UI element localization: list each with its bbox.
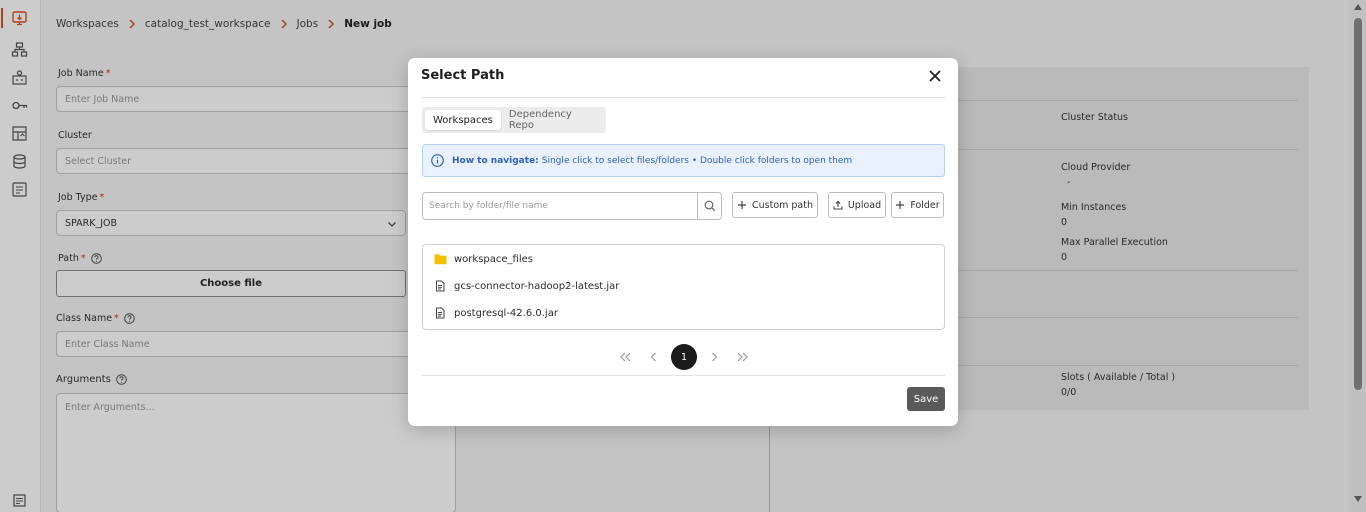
modal-title: Select Path bbox=[421, 68, 505, 83]
search-input[interactable]: Search by folder/file name bbox=[422, 192, 698, 220]
divider bbox=[421, 97, 945, 98]
first-page-icon[interactable] bbox=[619, 350, 633, 364]
upload-icon bbox=[833, 200, 843, 210]
divider bbox=[421, 375, 945, 376]
folder-icon bbox=[434, 253, 447, 265]
path-source-tabs: Workspaces Dependency Repo bbox=[422, 107, 606, 133]
last-page-icon[interactable] bbox=[735, 350, 749, 364]
search-icon bbox=[704, 200, 716, 212]
file-name: gcs-connector-hadoop2-latest.jar bbox=[454, 280, 620, 292]
banner-title: How to navigate: bbox=[452, 155, 539, 166]
file-name: workspace_files bbox=[454, 253, 533, 265]
prev-page-icon[interactable] bbox=[647, 350, 661, 364]
search-placeholder: Search by folder/file name bbox=[429, 201, 548, 211]
file-icon bbox=[434, 280, 446, 292]
pagination: 1 bbox=[619, 344, 749, 370]
plus-icon bbox=[895, 200, 905, 210]
new-folder-button[interactable]: Folder bbox=[891, 192, 944, 218]
next-page-icon[interactable] bbox=[707, 350, 721, 364]
list-item-folder[interactable]: workspace_files bbox=[434, 253, 533, 265]
upload-label: Upload bbox=[847, 199, 882, 211]
save-button[interactable]: Save bbox=[907, 387, 945, 411]
info-icon bbox=[431, 154, 444, 167]
navigation-help-banner: How to navigate: Single click to select … bbox=[422, 144, 945, 177]
list-item-file[interactable]: postgresql-42.6.0.jar bbox=[434, 307, 558, 319]
plus-icon bbox=[737, 200, 747, 210]
file-name: postgresql-42.6.0.jar bbox=[454, 307, 558, 319]
custom-path-label: Custom path bbox=[751, 199, 813, 211]
search-button[interactable] bbox=[697, 192, 722, 220]
file-list: workspace_files gcs-connector-hadoop2-la… bbox=[422, 244, 945, 330]
folder-label: Folder bbox=[910, 199, 940, 211]
list-item-file[interactable]: gcs-connector-hadoop2-latest.jar bbox=[434, 280, 619, 292]
select-path-modal: Select Path Workspaces Dependency Repo H… bbox=[408, 58, 958, 426]
custom-path-button[interactable]: Custom path bbox=[732, 192, 818, 218]
banner-text: Single click to select files/folders • D… bbox=[541, 155, 853, 166]
upload-button[interactable]: Upload bbox=[828, 192, 886, 218]
tab-workspaces[interactable]: Workspaces bbox=[425, 110, 501, 130]
close-icon[interactable] bbox=[928, 69, 942, 83]
tab-dependency-repo[interactable]: Dependency Repo bbox=[501, 109, 603, 131]
file-icon bbox=[434, 307, 446, 319]
page-number-current[interactable]: 1 bbox=[671, 344, 697, 370]
